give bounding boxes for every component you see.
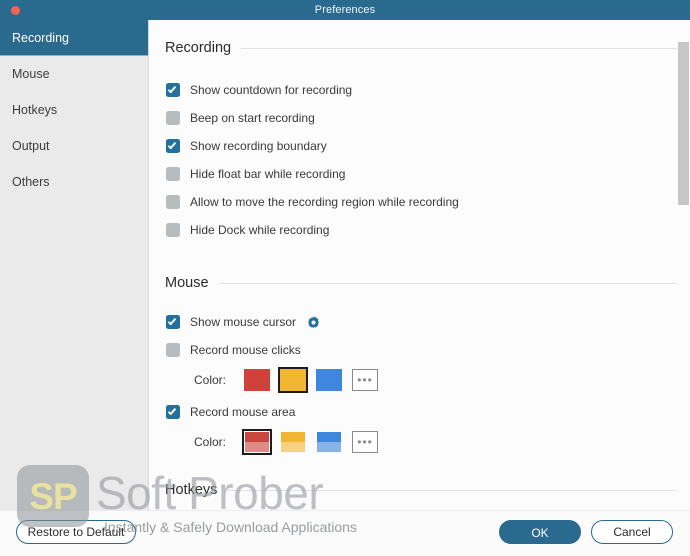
sidebar-item-label: Recording [12,31,69,45]
option-show-mouse-cursor[interactable]: Show mouse cursor [149,308,690,336]
restore-to-default-button[interactable]: Restore to Default [16,520,136,544]
swatch-top [317,432,341,442]
section-header-recording: Recording [149,40,690,56]
checkbox-show-countdown[interactable] [166,83,180,97]
option-label: Record mouse clicks [190,343,301,357]
option-label: Hide Dock while recording [190,223,330,237]
sidebar-item-output[interactable]: Output [0,128,148,164]
color-swatch-blue[interactable] [316,369,342,391]
checkbox-record-mouse-area[interactable] [166,405,180,419]
section-divider [218,282,678,284]
option-hide-dock[interactable]: Hide Dock while recording [149,216,690,244]
scrollbar-thumb[interactable] [678,42,689,205]
swatch-bottom [317,442,341,452]
option-label: Record mouse area [190,405,296,419]
color-picker-clicks: Color: ••• [149,364,690,396]
more-dots-icon: ••• [357,435,373,449]
sidebar-item-mouse[interactable]: Mouse [0,56,148,92]
window-title: Preferences [314,4,376,16]
section-header-hotkeys: Hotkeys [149,482,690,498]
swatch-bottom [281,442,305,452]
section-title: Mouse [165,275,209,291]
option-allow-move-region[interactable]: Allow to move the recording region while… [149,188,690,216]
checkbox-beep-on-start[interactable] [166,111,180,125]
color-swatch-red[interactable] [242,429,272,455]
dialog-footer: Restore to Default OK Cancel [0,510,690,556]
checkbox-show-boundary[interactable] [166,139,180,153]
section-divider [227,489,678,491]
swatch-bottom [245,442,269,452]
color-swatch-more[interactable]: ••• [352,431,378,453]
swatch-top [281,432,305,442]
sidebar-item-label: Others [12,175,50,189]
checkbox-hide-float-bar[interactable] [166,167,180,181]
color-picker-area: Color: ••• [149,426,690,458]
cancel-button[interactable]: Cancel [591,520,673,544]
gear-icon[interactable] [306,315,321,330]
color-label: Color: [194,435,227,449]
color-swatch-blue[interactable] [316,431,342,453]
checkbox-record-mouse-clicks[interactable] [166,343,180,357]
sidebar: Recording Mouse Hotkeys Output Others [0,20,149,510]
section-title: Hotkeys [165,482,218,498]
sidebar-item-label: Output [12,139,50,153]
checkbox-allow-move-region[interactable] [166,195,180,209]
option-label: Allow to move the recording region while… [190,195,459,209]
title-bar: Preferences [0,0,690,20]
color-swatch-yellow[interactable] [278,367,308,393]
section-divider [241,47,678,49]
option-label: Show countdown for recording [190,83,353,97]
color-swatch-yellow[interactable] [280,431,306,453]
more-dots-icon: ••• [357,373,373,387]
option-hide-float-bar[interactable]: Hide float bar while recording [149,160,690,188]
settings-scroll-content: Recording Show countdown for recording B… [149,20,690,510]
section-title: Recording [165,40,232,56]
option-label: Show recording boundary [190,139,327,153]
section-header-mouse: Mouse [149,275,690,291]
ok-button[interactable]: OK [499,520,581,544]
option-show-countdown[interactable]: Show countdown for recording [149,76,690,104]
settings-pane: Recording Show countdown for recording B… [149,20,690,510]
option-record-mouse-area[interactable]: Record mouse area [149,398,690,426]
option-record-mouse-clicks[interactable]: Record mouse clicks [149,336,690,364]
swatch-top [245,432,269,442]
option-label: Hide float bar while recording [190,167,346,181]
option-label: Show mouse cursor [190,315,297,329]
option-show-boundary[interactable]: Show recording boundary [149,132,690,160]
sidebar-item-label: Mouse [12,67,50,81]
option-beep-on-start[interactable]: Beep on start recording [149,104,690,132]
checkbox-show-mouse-cursor[interactable] [166,315,180,329]
sidebar-item-hotkeys[interactable]: Hotkeys [0,92,148,128]
option-label: Beep on start recording [190,111,315,125]
color-swatch-more[interactable]: ••• [352,369,378,391]
color-label: Color: [194,373,227,387]
preferences-window: Preferences Recording Mouse Hotkeys Outp… [0,0,690,556]
sidebar-item-recording[interactable]: Recording [0,20,148,56]
color-swatch-red[interactable] [244,369,270,391]
checkbox-hide-dock[interactable] [166,223,180,237]
vertical-scrollbar[interactable] [677,20,690,510]
sidebar-item-label: Hotkeys [12,103,58,117]
sidebar-item-others[interactable]: Others [0,164,148,200]
